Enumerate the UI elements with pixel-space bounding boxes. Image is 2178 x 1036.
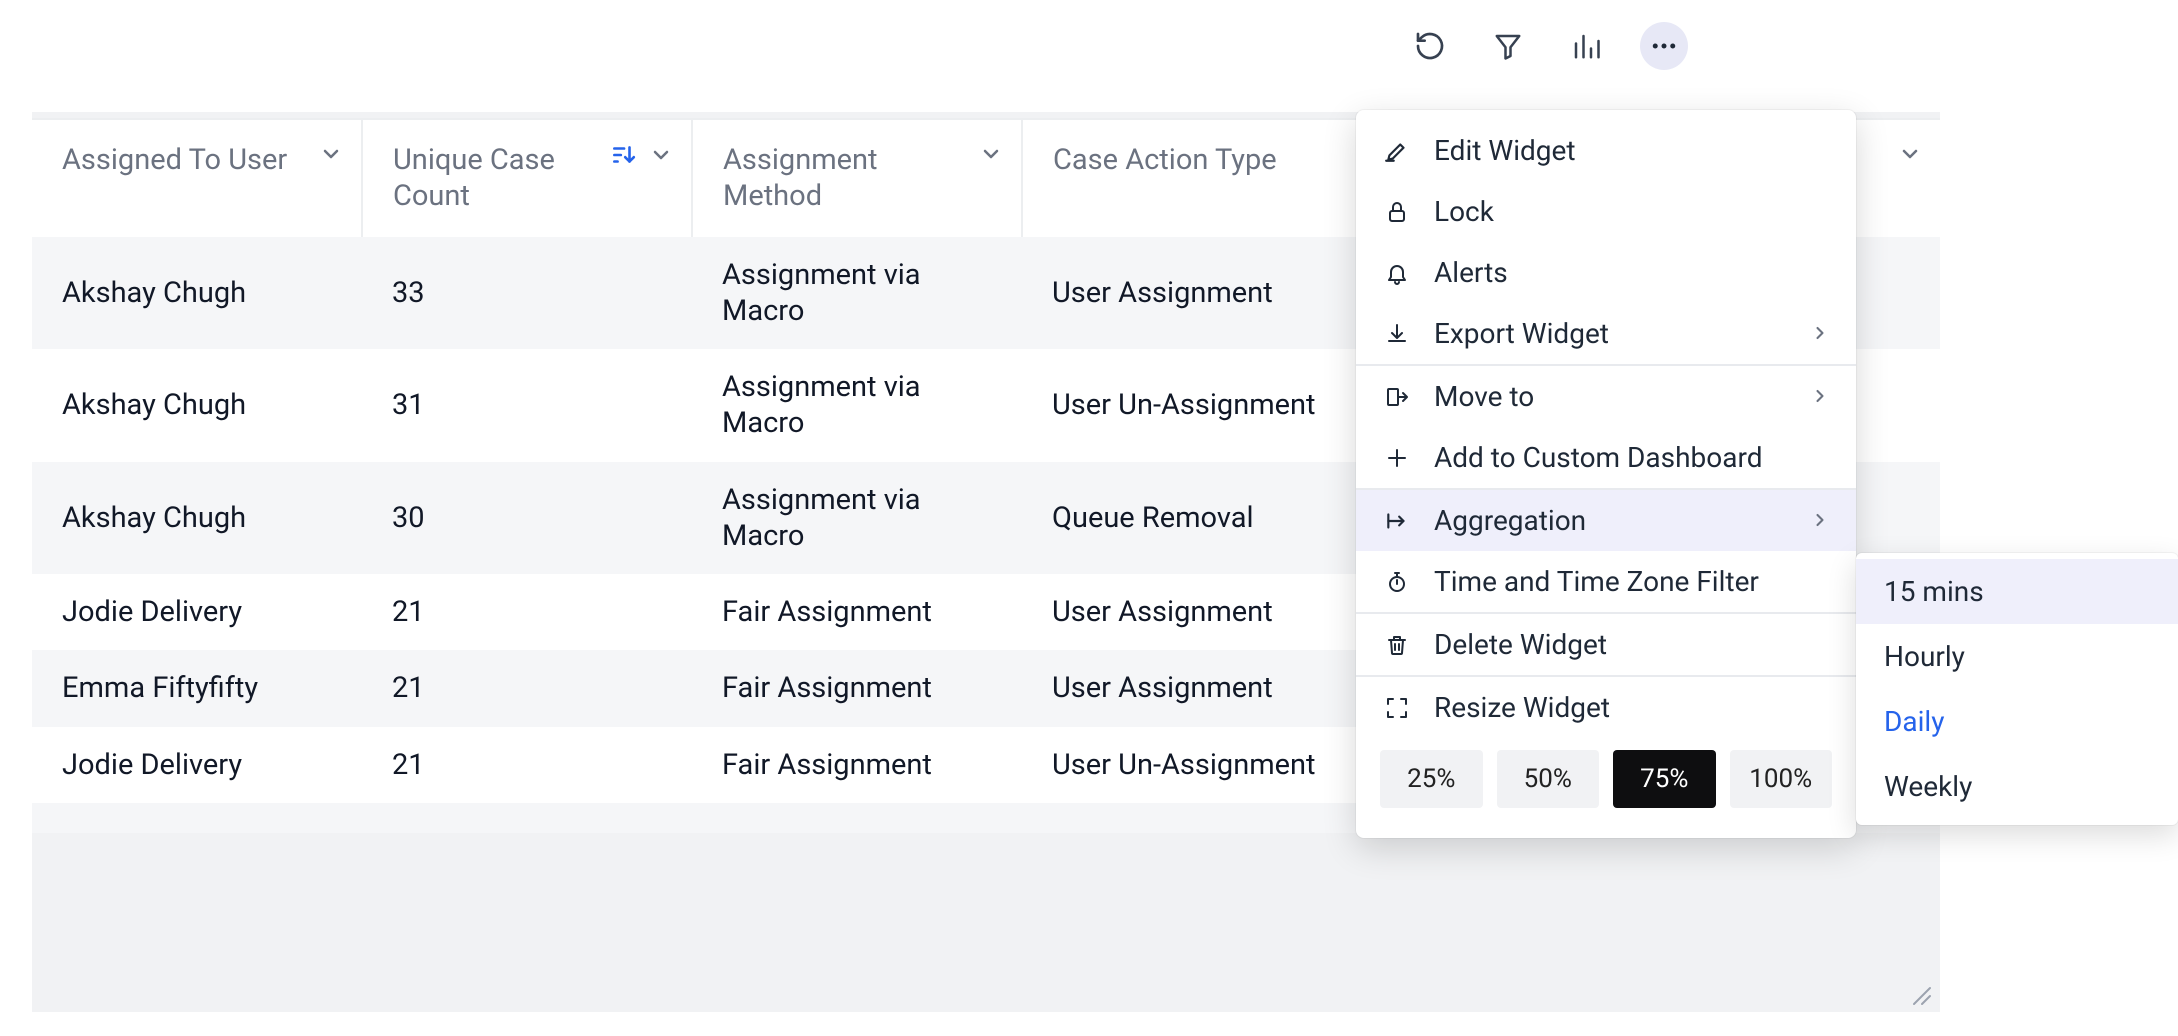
move-icon: [1382, 385, 1412, 409]
column-header-unique-case-count[interactable]: Unique Case Count: [362, 119, 692, 237]
resize-handle-icon: [1910, 984, 1932, 1006]
cell-user: Akshay Chugh: [32, 462, 362, 575]
cell-user: Jodie Delivery: [32, 727, 362, 803]
menu-add-to-dashboard[interactable]: Add to Custom Dashboard: [1356, 427, 1856, 488]
menu-aggregation[interactable]: Aggregation: [1356, 490, 1856, 551]
menu-label: Edit Widget: [1434, 134, 1830, 167]
cell-count: 33: [362, 237, 692, 350]
pencil-icon: [1382, 138, 1412, 164]
cell-count: 21: [362, 727, 692, 803]
stopwatch-icon: [1382, 570, 1412, 594]
bar-chart-icon: [1571, 31, 1601, 61]
cell-method: Assignment via Macro: [692, 462, 1022, 575]
cell-user: Emma Fiftyfifty: [32, 650, 362, 726]
resize-25-button[interactable]: 25%: [1380, 750, 1483, 808]
more-button[interactable]: [1640, 22, 1688, 70]
filter-icon: [1493, 31, 1523, 61]
menu-label: Time and Time Zone Filter: [1434, 565, 1830, 598]
submenu-15-mins[interactable]: 15 mins: [1856, 559, 2178, 624]
widget-more-menu: Edit Widget Lock Alerts Export Widget Mo…: [1356, 110, 1856, 838]
resize-75-button[interactable]: 75%: [1613, 750, 1716, 808]
chevron-down-icon: [319, 142, 343, 166]
chevron-right-icon: [1810, 380, 1830, 413]
chevron-right-icon: [1810, 317, 1830, 350]
cell-method: Assignment via Macro: [692, 349, 1022, 462]
widget-resize-handle[interactable]: [1910, 984, 1932, 1006]
submenu-weekly[interactable]: Weekly: [1856, 754, 2178, 819]
cell-count: 21: [362, 574, 692, 650]
menu-label: Aggregation: [1434, 504, 1788, 537]
column-label: Unique Case Count: [393, 142, 597, 215]
widget-toolbar: [1406, 22, 1688, 70]
chart-button[interactable]: [1562, 22, 1610, 70]
aggregate-icon: [1382, 508, 1412, 534]
expand-icon: [1382, 696, 1412, 720]
chevron-down-icon: [979, 142, 1003, 166]
menu-label: Move to: [1434, 380, 1788, 413]
menu-edit-widget[interactable]: Edit Widget: [1356, 120, 1856, 181]
refresh-button[interactable]: [1406, 22, 1454, 70]
chevron-right-icon: [1810, 504, 1830, 537]
menu-label: Export Widget: [1434, 317, 1788, 350]
column-label: Assignment Method: [723, 142, 967, 215]
resize-options: 25% 50% 75% 100%: [1356, 738, 1856, 828]
cell-method: Fair Assignment: [692, 650, 1022, 726]
column-header-assignment-method[interactable]: Assignment Method: [692, 119, 1022, 237]
menu-alerts[interactable]: Alerts: [1356, 242, 1856, 303]
menu-time-zone-filter[interactable]: Time and Time Zone Filter: [1356, 551, 1856, 612]
trash-icon: [1382, 633, 1412, 657]
cell-method: Fair Assignment: [692, 727, 1022, 803]
cell-method: Assignment via Macro: [692, 237, 1022, 350]
sort-desc-icon: [609, 142, 637, 168]
lock-icon: [1382, 200, 1412, 224]
refresh-icon: [1414, 30, 1446, 62]
menu-label: Alerts: [1434, 256, 1830, 289]
bell-icon: [1382, 261, 1412, 285]
menu-lock[interactable]: Lock: [1356, 181, 1856, 242]
menu-label: Add to Custom Dashboard: [1434, 441, 1830, 474]
aggregation-submenu: 15 mins Hourly Daily Weekly: [1856, 553, 2178, 825]
chevron-down-icon: [1898, 142, 1922, 166]
cell-count: 30: [362, 462, 692, 575]
cell-method: Fair Assignment: [692, 574, 1022, 650]
chevron-down-icon: [649, 143, 673, 167]
menu-resize-widget: Resize Widget: [1356, 677, 1856, 738]
cell-count: 31: [362, 349, 692, 462]
column-header-assigned-to-user[interactable]: Assigned To User: [32, 119, 362, 237]
cell-user: Akshay Chugh: [32, 349, 362, 462]
menu-move-to[interactable]: Move to: [1356, 366, 1856, 427]
resize-50-button[interactable]: 50%: [1497, 750, 1600, 808]
resize-100-button[interactable]: 100%: [1730, 750, 1833, 808]
menu-label: Lock: [1434, 195, 1830, 228]
submenu-hourly[interactable]: Hourly: [1856, 624, 2178, 689]
menu-label: Resize Widget: [1434, 691, 1830, 724]
menu-export-widget[interactable]: Export Widget: [1356, 303, 1856, 364]
more-icon: [1649, 31, 1679, 61]
download-icon: [1382, 322, 1412, 346]
cell-count: 21: [362, 650, 692, 726]
submenu-daily[interactable]: Daily: [1856, 689, 2178, 754]
plus-icon: [1382, 446, 1412, 470]
cell-user: Akshay Chugh: [32, 237, 362, 350]
cell-user: Jodie Delivery: [32, 574, 362, 650]
menu-label: Delete Widget: [1434, 628, 1830, 661]
filter-button[interactable]: [1484, 22, 1532, 70]
menu-delete-widget[interactable]: Delete Widget: [1356, 614, 1856, 675]
column-label: Assigned To User: [62, 142, 307, 178]
